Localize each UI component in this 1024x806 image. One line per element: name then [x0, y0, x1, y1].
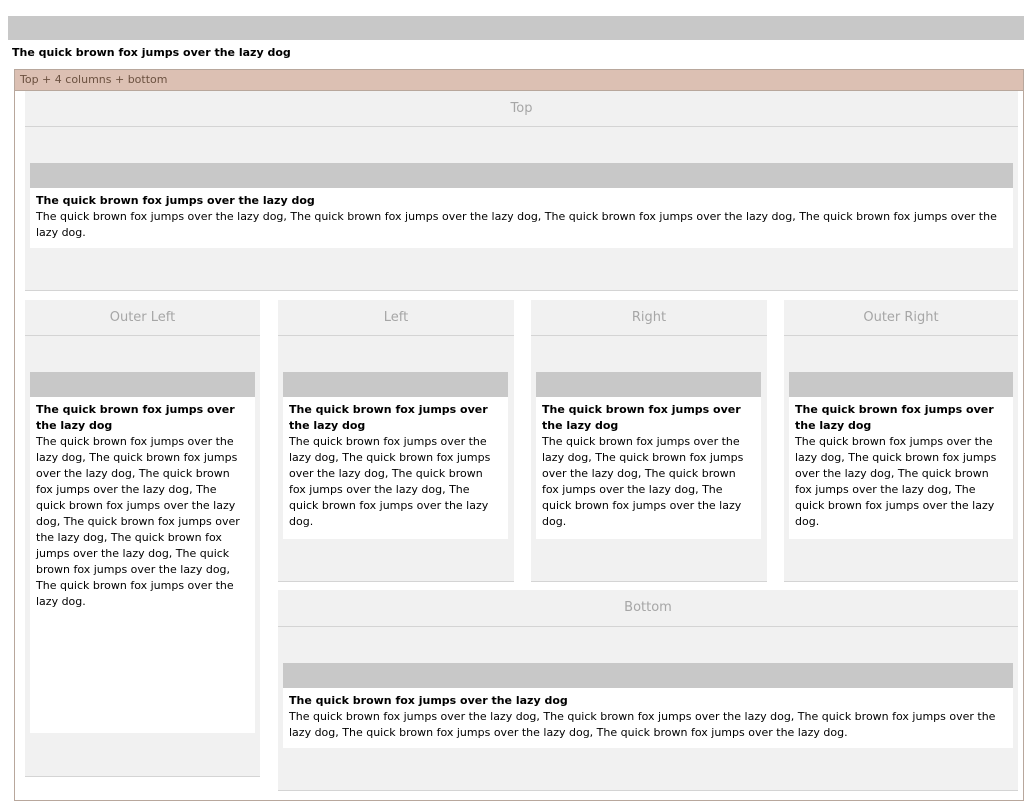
portlet-left: The quick brown fox jumps over the lazy … — [283, 372, 508, 539]
region-bottom: Bottom The quick brown fox jumps over th… — [278, 590, 1018, 791]
portlet-title: The quick brown fox jumps over the lazy … — [542, 403, 741, 432]
portlet-text: The quick brown fox jumps over the lazy … — [36, 435, 240, 608]
portlet-text: The quick brown fox jumps over the lazy … — [795, 435, 997, 528]
portlet-header-bar — [30, 163, 1013, 188]
portlet-body: The quick brown fox jumps over the lazy … — [30, 188, 1013, 247]
page-title: The quick brown fox jumps over the lazy … — [12, 46, 291, 59]
portlet-header-bar — [30, 372, 255, 397]
region-top-label: Top — [25, 91, 1018, 127]
region-outer-right-footer-line — [784, 581, 1018, 582]
portlet-header-bar — [789, 372, 1013, 397]
portlet-title: The quick brown fox jumps over the lazy … — [289, 403, 488, 432]
region-outer-right: Outer Right The quick brown fox jumps ov… — [784, 300, 1018, 582]
portlet-text: The quick brown fox jumps over the lazy … — [542, 435, 744, 528]
region-outer-left-label: Outer Left — [25, 300, 260, 336]
region-outer-left: Outer Left The quick brown fox jumps ove… — [25, 300, 260, 777]
region-right-label: Right — [531, 300, 767, 336]
region-bottom-footer-line — [278, 790, 1018, 791]
portlet-right: The quick brown fox jumps over the lazy … — [536, 372, 761, 539]
portlet-title: The quick brown fox jumps over the lazy … — [36, 194, 315, 207]
layout-header: Top + 4 columns + bottom — [15, 70, 1023, 91]
portlet-body: The quick brown fox jumps over the lazy … — [283, 688, 1013, 747]
region-bottom-label: Bottom — [278, 590, 1018, 627]
portlet-header-bar — [283, 372, 508, 397]
region-top-footer-line — [25, 290, 1018, 291]
portlet-title: The quick brown fox jumps over the lazy … — [795, 403, 994, 432]
region-top: Top The quick brown fox jumps over the l… — [25, 91, 1018, 291]
portlet-title: The quick brown fox jumps over the lazy … — [289, 694, 568, 707]
region-left: Left The quick brown fox jumps over the … — [278, 300, 514, 582]
region-left-label: Left — [278, 300, 514, 336]
portlet-body: The quick brown fox jumps over the lazy … — [283, 397, 508, 536]
portlet-outer-left: The quick brown fox jumps over the lazy … — [30, 372, 255, 733]
portlet-body: The quick brown fox jumps over the lazy … — [536, 397, 761, 536]
portlet-text: The quick brown fox jumps over the lazy … — [36, 210, 997, 239]
region-outer-left-footer-line — [25, 776, 260, 777]
portlet-title: The quick brown fox jumps over the lazy … — [36, 403, 235, 432]
portlet-header-bar — [283, 663, 1013, 688]
top-bar — [8, 16, 1024, 40]
portlet-top: The quick brown fox jumps over the lazy … — [30, 163, 1013, 248]
region-outer-right-label: Outer Right — [784, 300, 1018, 336]
portlet-outer-right: The quick brown fox jumps over the lazy … — [789, 372, 1013, 539]
portlet-header-bar — [536, 372, 761, 397]
portlet-text: The quick brown fox jumps over the lazy … — [289, 435, 491, 528]
region-right-footer-line — [531, 581, 767, 582]
portlet-body: The quick brown fox jumps over the lazy … — [30, 397, 255, 616]
portlet-body: The quick brown fox jumps over the lazy … — [789, 397, 1013, 536]
region-right: Right The quick brown fox jumps over the… — [531, 300, 767, 582]
portlet-text: The quick brown fox jumps over the lazy … — [289, 710, 996, 739]
portlet-bottom: The quick brown fox jumps over the lazy … — [283, 663, 1013, 748]
region-left-footer-line — [278, 581, 514, 582]
